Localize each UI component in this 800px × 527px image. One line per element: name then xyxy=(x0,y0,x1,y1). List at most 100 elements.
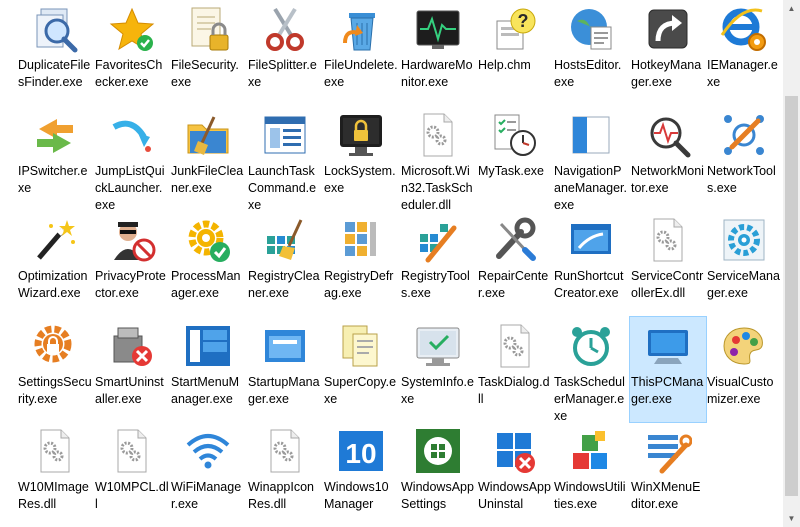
file-item[interactable]: StartMenuManager.exe xyxy=(170,317,246,422)
file-item[interactable]: ThisPCManager.exe xyxy=(629,316,707,423)
file-item[interactable]: HotkeyManager.exe xyxy=(630,0,706,105)
file-item[interactable]: DuplicateFilesFinder.exe xyxy=(17,0,93,105)
file-name-label: VisualCustomizer.exe xyxy=(707,375,774,406)
file-item[interactable]: W10MPCL.dll xyxy=(94,422,170,527)
file-item[interactable]: LaunchTaskCommand.exe xyxy=(247,106,323,212)
file-item[interactable]: ProcessManager.exe xyxy=(170,211,246,316)
file-item[interactable]: SuperCopy.exe xyxy=(323,317,399,422)
file-grid: DuplicateFilesFinder.exe FavoritesChecker… xyxy=(17,0,783,527)
star-check-icon xyxy=(108,5,156,53)
file-item[interactable]: JunkFileCleaner.exe xyxy=(170,106,246,211)
file-item[interactable]: NetworkTools.exe xyxy=(706,106,782,211)
file-item[interactable]: Microsoft.Win32.TaskScheduler.dll xyxy=(400,106,476,212)
file-item[interactable]: FileSplitter.exe xyxy=(247,0,323,105)
file-item[interactable]: WindowsAppUninstal xyxy=(477,422,553,527)
file-name-label: StartMenuManager.exe xyxy=(171,375,240,406)
file-item[interactable]: SmartUninstaller.exe xyxy=(94,317,170,422)
file-item[interactable]: FileUndelete.exe xyxy=(323,0,399,105)
globe-notepad-icon xyxy=(567,5,615,53)
file-item[interactable]: RegistryDefrag.exe xyxy=(323,211,399,316)
gear-lock-icon xyxy=(31,322,79,370)
scroll-up-arrow-icon[interactable]: ▲ xyxy=(783,0,800,17)
file-name-label: HostsEditor.exe xyxy=(554,58,622,89)
file-item[interactable]: FavoritesChecker.exe xyxy=(94,0,170,105)
file-item[interactable]: HardwareMonitor.exe xyxy=(400,0,476,105)
file-name-label: DuplicateFilesFinder.exe xyxy=(18,58,91,89)
registry-compress-icon xyxy=(337,216,385,264)
window-list-icon xyxy=(261,111,309,159)
file-item[interactable]: IPSwitcher.exe xyxy=(17,106,93,211)
file-name-label: W10MImageRes.dll xyxy=(18,480,89,511)
file-name-label: JunkFileCleaner.exe xyxy=(171,164,244,195)
file-name-label: Microsoft.Win32.TaskScheduler.dll xyxy=(401,164,473,212)
file-item[interactable]: JumpListQuickLauncher.exe xyxy=(94,106,170,212)
file-item[interactable]: ServiceControllerEx.dll xyxy=(630,211,706,316)
file-item[interactable]: RegistryCleaner.exe xyxy=(247,211,323,316)
stacked-blocks-icon xyxy=(567,427,615,475)
file-item[interactable]: VisualCustomizer.exe xyxy=(706,317,782,422)
alarm-clock-icon xyxy=(567,322,615,370)
scissors-icon xyxy=(261,5,309,53)
file-item[interactable]: WinappIconRes.dll xyxy=(247,422,323,527)
start-menu-icon xyxy=(184,322,232,370)
file-item[interactable]: RepairCenter.exe xyxy=(477,211,553,316)
file-item[interactable]: ? Help.chm xyxy=(477,0,553,105)
magnifier-files-icon xyxy=(31,5,79,53)
file-item[interactable]: MyTask.exe xyxy=(477,106,553,211)
file-item[interactable]: WindowsUtilities.exe xyxy=(553,422,629,527)
file-item[interactable]: 10 Windows10Manager xyxy=(323,422,399,527)
gear-check-icon xyxy=(184,216,232,264)
file-name-label: W10MPCL.dll xyxy=(95,480,169,511)
windows-remove-icon xyxy=(491,427,539,475)
file-item[interactable]: WinXMenuEditor.exe xyxy=(630,422,706,527)
file-item[interactable]: SystemInfo.exe xyxy=(400,317,476,422)
file-item[interactable]: PrivacyProtector.exe xyxy=(94,211,170,316)
pulse-magnifier-icon xyxy=(644,111,692,159)
file-item[interactable]: TaskSchedulerManager.exe xyxy=(553,317,629,423)
file-item[interactable]: RunShortcutCreator.exe xyxy=(553,211,629,316)
shortcut-arrow-key-icon xyxy=(644,5,692,53)
file-name-label: FileUndelete.exe xyxy=(324,58,398,89)
file-item[interactable]: RegistryTools.exe xyxy=(400,211,476,316)
switch-arrows-icon xyxy=(31,111,79,159)
file-item[interactable]: NetworkMonitor.exe xyxy=(630,106,706,211)
file-item[interactable]: IEManager.exe xyxy=(706,0,782,105)
network-wrench-icon xyxy=(720,111,768,159)
file-item[interactable]: WiFiManager.exe xyxy=(170,422,246,527)
file-item[interactable]: TaskDialog.dll xyxy=(477,317,553,422)
file-name-label: Windows10Manager xyxy=(324,480,389,511)
paint-palette-icon xyxy=(720,322,768,370)
file-name-label: IEManager.exe xyxy=(707,58,778,89)
file-name-label: RegistryCleaner.exe xyxy=(248,269,320,300)
file-item[interactable]: LockSystem.exe xyxy=(323,106,399,211)
curved-arrow-icon xyxy=(108,111,156,159)
file-name-label: WiFiManager.exe xyxy=(171,480,242,511)
file-name-label: SettingsSecurity.exe xyxy=(18,375,92,406)
file-item[interactable]: FileSecurity.exe xyxy=(170,0,246,105)
help-question-icon: ? xyxy=(491,5,539,53)
windows10-logo-icon: 10 xyxy=(337,427,385,475)
file-item[interactable]: SettingsSecurity.exe xyxy=(17,317,93,422)
scrollbar-thumb[interactable] xyxy=(785,96,798,496)
file-item[interactable]: HostsEditor.exe xyxy=(553,0,629,105)
scroll-down-arrow-icon[interactable]: ▼ xyxy=(783,510,800,527)
file-item[interactable]: WindowsAppSettings xyxy=(400,422,476,527)
file-item[interactable]: NavigationPaneManager.exe xyxy=(553,106,629,212)
wifi-icon xyxy=(184,427,232,475)
computer-icon xyxy=(644,322,692,370)
file-item[interactable]: ServiceManager.exe xyxy=(706,211,782,316)
file-name-label: WindowsUtilities.exe xyxy=(554,480,626,511)
file-item[interactable]: W10MImageRes.dll xyxy=(17,422,93,527)
heartbeat-monitor-icon xyxy=(414,5,462,53)
file-name-label: NavigationPaneManager.exe xyxy=(554,164,627,212)
file-item[interactable]: StartupManager.exe xyxy=(247,317,323,422)
file-name-label: HardwareMonitor.exe xyxy=(401,58,473,89)
svg-text:10: 10 xyxy=(345,438,376,469)
file-name-label: FileSplitter.exe xyxy=(248,58,317,89)
dll-gear-icon xyxy=(108,427,156,475)
file-name-label: WindowsAppSettings xyxy=(401,480,474,511)
file-item[interactable]: OptimizationWizard.exe xyxy=(17,211,93,316)
vertical-scrollbar[interactable]: ▲ ▼ xyxy=(783,0,800,527)
run-window-icon xyxy=(567,216,615,264)
file-name-label: ThisPCManager.exe xyxy=(631,375,704,406)
